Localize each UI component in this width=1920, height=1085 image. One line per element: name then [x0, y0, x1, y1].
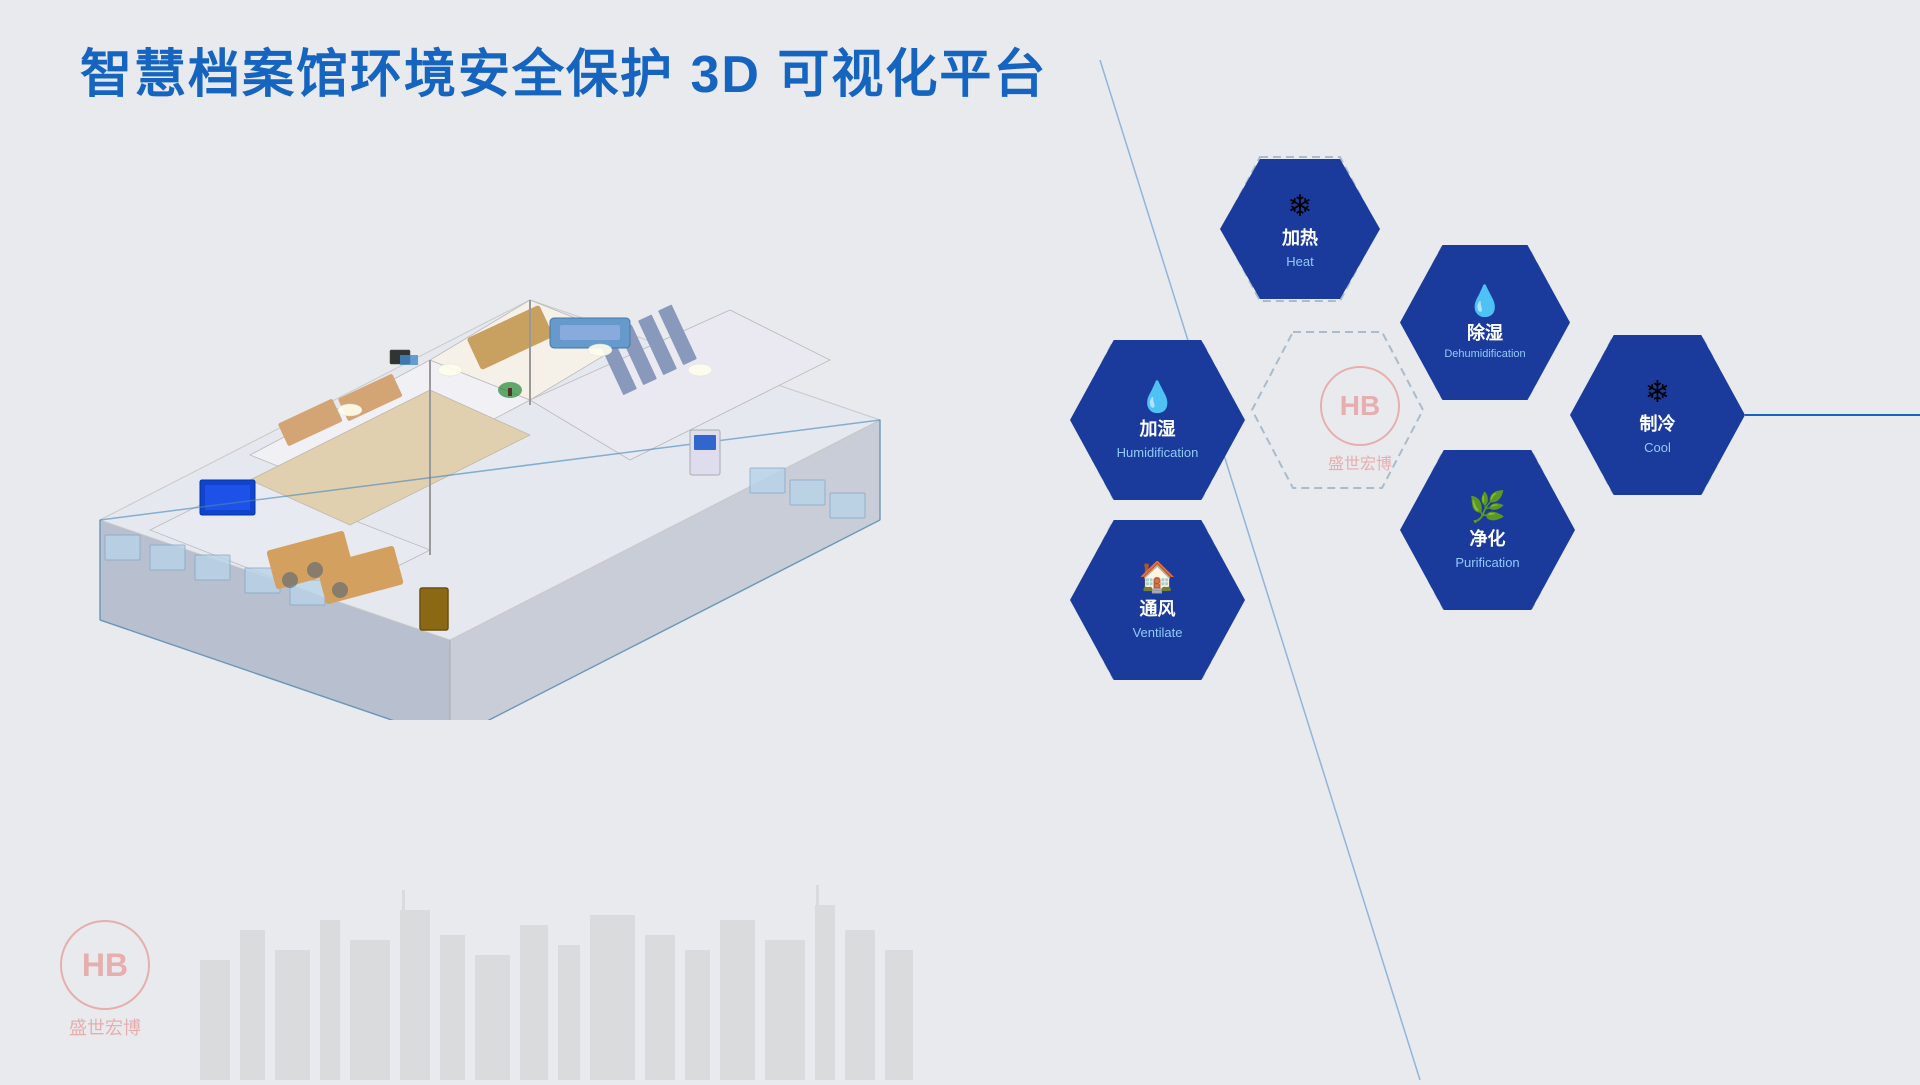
hexagon-area: ❄ 加热 Heat 💧 除湿 Dehumidification — [1020, 0, 1920, 1080]
center-logo-circle: HB — [1320, 366, 1400, 446]
hex-ventilate[interactable]: 🏠 通风 Ventilate — [1070, 520, 1245, 680]
hex-heat[interactable]: ❄ 加热 Heat — [1220, 155, 1380, 303]
center-logo-symbol: HB — [1340, 390, 1380, 422]
hex-dehumidification[interactable]: 💧 除湿 Dehumidification — [1400, 245, 1570, 400]
humid-icon: 💧 — [1139, 380, 1176, 415]
hex-vent-filled[interactable]: 🏠 通风 Ventilate — [1070, 520, 1245, 680]
cool-connection-line — [1745, 414, 1920, 416]
dehumid-icon: 💧 — [1466, 284, 1503, 319]
hex-purif-filled[interactable]: 🌿 净化 Purification — [1400, 450, 1575, 610]
cool-label-cn: 制冷 — [1640, 414, 1676, 436]
bottom-logo-symbol: HB — [82, 947, 128, 984]
humid-label-cn: 加湿 — [1140, 419, 1176, 441]
heat-label-en: Heat — [1286, 254, 1313, 270]
center-watermark: HB 盛世宏博 — [1300, 360, 1420, 480]
hex-humid-filled[interactable]: 💧 加湿 Humidification — [1070, 340, 1245, 500]
cool-label-en: Cool — [1644, 440, 1671, 456]
heat-label-cn: 加热 — [1282, 228, 1318, 250]
purif-label-en: Purification — [1455, 555, 1519, 571]
cool-icon: ❄ — [1645, 375, 1670, 410]
hex-cool-filled[interactable]: ❄ 制冷 Cool — [1570, 335, 1745, 495]
hex-cool[interactable]: ❄ 制冷 Cool — [1570, 335, 1745, 495]
vent-label-en: Ventilate — [1133, 625, 1183, 641]
bottom-logo-text: 盛世宏博 — [69, 1014, 141, 1040]
bottom-brand-logo: HB 盛世宏博 — [60, 920, 150, 1040]
center-logo-text: 盛世宏博 — [1328, 450, 1392, 474]
hex-heat-filled[interactable]: ❄ 加热 Heat — [1220, 159, 1380, 299]
dehumid-label-en: Dehumidification — [1444, 348, 1525, 361]
hex-humidification[interactable]: 💧 加湿 Humidification — [1070, 340, 1245, 500]
page-title: 智慧档案馆环境安全保护 3D 可视化平台 — [80, 32, 1047, 107]
purif-label-cn: 净化 — [1470, 529, 1506, 551]
vent-icon: 🏠 — [1139, 560, 1176, 595]
hex-dehumid-filled[interactable]: 💧 除湿 Dehumidification — [1400, 245, 1570, 400]
bottom-logo-circle: HB — [60, 920, 150, 1010]
purif-icon: 🌿 — [1469, 490, 1506, 525]
hex-purification[interactable]: 🌿 净化 Purification — [1400, 450, 1575, 610]
building-3d-illustration — [50, 100, 930, 720]
dehumid-label-cn: 除湿 — [1467, 323, 1503, 345]
heat-icon: ❄ — [1287, 189, 1312, 224]
vent-label-cn: 通风 — [1140, 599, 1176, 621]
humid-label-en: Humidification — [1117, 445, 1199, 461]
